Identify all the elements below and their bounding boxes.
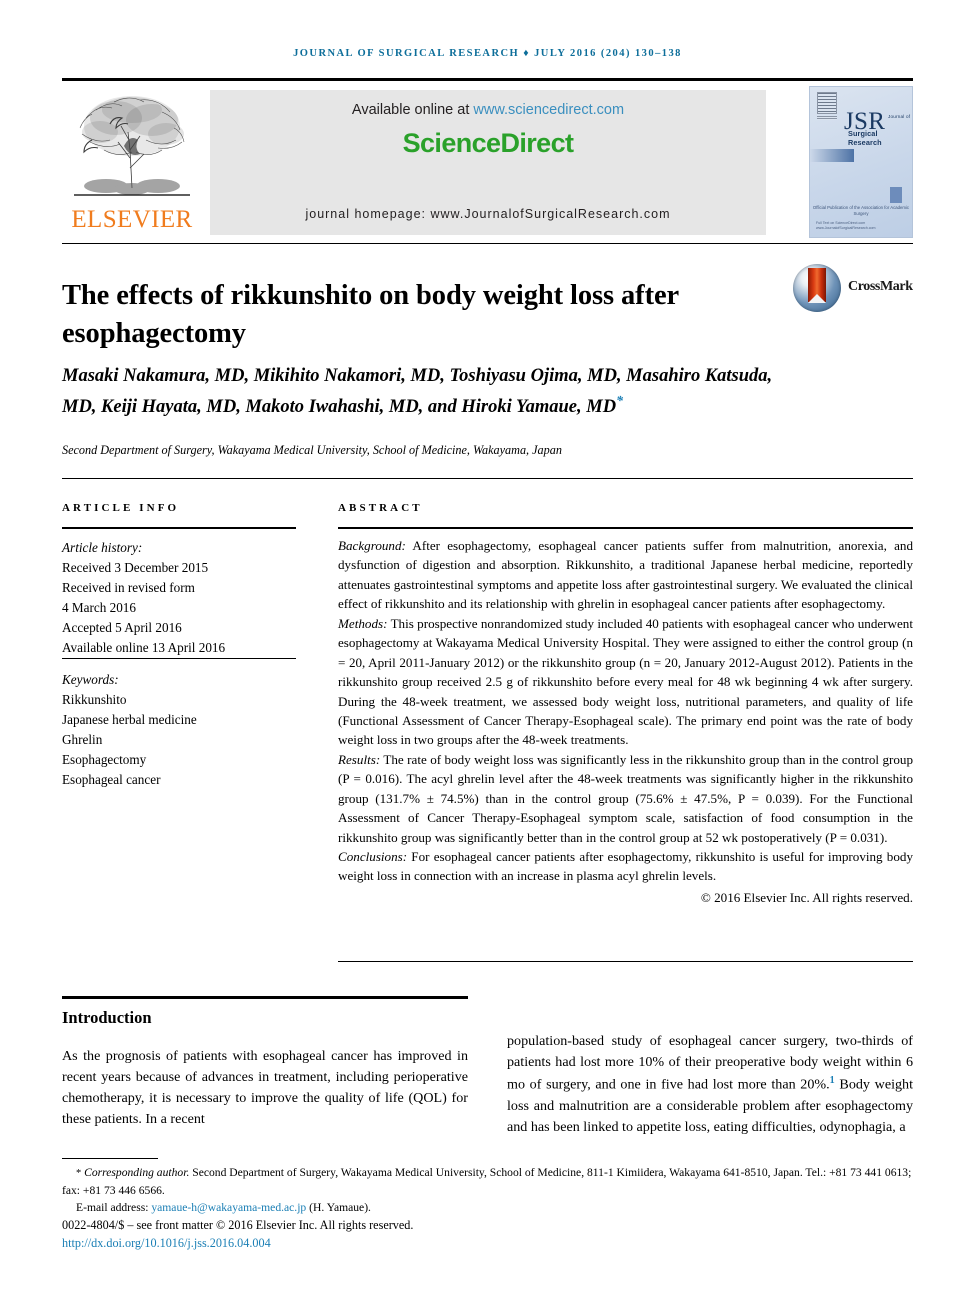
cover-accent-bar-left [810, 149, 854, 162]
author-names: Masaki Nakamura, MD, Mikihito Nakamori, … [62, 366, 773, 418]
abstract-text-background: After esophagectomy, esophageal cancer p… [338, 538, 913, 612]
footnote-block: * Corresponding author. Second Departmen… [62, 1164, 913, 1252]
article-info-rule [62, 527, 296, 530]
crossmark-circle-icon [793, 264, 841, 312]
corresponding-author-note: * Corresponding author. Second Departmen… [62, 1164, 913, 1199]
affiliation: Second Department of Surgery, Wakayama M… [62, 443, 562, 457]
cover-subtitle-name: Surgical Research [848, 129, 882, 147]
keyword-item: Ghrelin [62, 732, 103, 748]
body-column-left: Introduction As the prognosis of patient… [62, 1008, 468, 1131]
crossmark-notch-icon [808, 294, 826, 303]
keyword-item: Esophageal cancer [62, 772, 161, 788]
abstract-label-background: Background: [338, 538, 406, 553]
abstract-text-conclusions: For esophageal cancer patients after eso… [338, 849, 913, 884]
email-label: E-mail address: [76, 1200, 152, 1214]
abstract-copyright: © 2016 Elsevier Inc. All rights reserved… [700, 889, 913, 905]
abstract-paragraph-methods: Methods: This prospective nonrandomized … [338, 614, 913, 750]
article-history-item: 4 March 2016 [62, 600, 136, 616]
available-online-prefix: Available online at [351, 102, 474, 118]
running-head: JOURNAL OF SURGICAL RESEARCH ♦ JULY 2016… [293, 48, 682, 59]
abstract-rule [338, 527, 913, 530]
crossmark-badge[interactable]: CrossMark [793, 264, 913, 314]
sciencedirect-link[interactable]: www.sciencedirect.com [473, 102, 624, 118]
sciencedirect-banner: Available online at www.sciencedirect.co… [210, 90, 766, 235]
article-history-block: Article history: Received 3 December 201… [62, 538, 312, 658]
cover-accent-bar-right [890, 187, 902, 203]
introduction-rule [62, 996, 468, 999]
keywords-block: Keywords: Rikkunshito Japanese herbal me… [62, 670, 312, 790]
cover-publisher-mark-base [817, 116, 837, 120]
introduction-paragraph-left: As the prognosis of patients with esopha… [62, 1048, 468, 1128]
abstract-text-results: The rate of body weight loss was signifi… [338, 751, 913, 845]
elsevier-tree-icon [74, 96, 190, 196]
article-history-item: Received in revised form [62, 580, 195, 596]
abstract-label-conclusions: Conclusions: [338, 849, 408, 864]
elsevier-wordmark: ELSEVIER [71, 206, 193, 233]
corresponding-author-address: Second Department of Surgery, Wakayama M… [62, 1166, 912, 1197]
doi-link[interactable]: http://dx.doi.org/10.1016/j.jss.2016.04.… [62, 1234, 913, 1252]
masthead: ELSEVIER Available online at www.science… [62, 86, 913, 238]
article-history-item: Available online 13 April 2016 [62, 640, 226, 656]
introduction-paragraph-right: population-based study of esophageal can… [507, 1031, 913, 1138]
article-history-item: Received 3 December 2015 [62, 560, 209, 576]
cover-publisher-mark-icon [817, 92, 837, 114]
abstract-label-results: Results: [338, 751, 381, 767]
email-note: E-mail address: yamaue-h@wakayama-med.ac… [62, 1199, 913, 1216]
keyword-item: Esophagectomy [62, 752, 147, 768]
abstract-body: Background: After esophagectomy, esophag… [338, 536, 913, 907]
available-online-line: Available online at www.sciencedirect.co… [210, 102, 766, 118]
abstract-bottom-rule [338, 961, 913, 963]
article-history-label: Article history: [62, 540, 143, 555]
author-list: Masaki Nakamura, MD, Mikihito Nakamori, … [62, 362, 782, 423]
page-title: The effects of rikkunshito on body weigh… [62, 280, 679, 349]
cover-footer-line: Full Text on ScienceDirect.com www.Journ… [816, 220, 876, 231]
abstract-paragraph-background: Background: After esophagectomy, esophag… [338, 536, 913, 614]
abstract-label-methods: Methods: [338, 615, 388, 631]
authors-rule [62, 478, 913, 480]
keyword-item: Japanese herbal medicine [62, 712, 197, 728]
corresponding-author-label: Corresponding author. [84, 1166, 190, 1179]
footnote-rule [62, 1158, 158, 1160]
corresponding-author-marker[interactable]: * [616, 394, 623, 409]
abstract-heading: ABSTRACT [338, 502, 423, 514]
elsevier-logo: ELSEVIER [62, 86, 202, 238]
article-first-page: JOURNAL OF SURGICAL RESEARCH ♦ JULY 2016… [0, 0, 975, 1305]
issn-copyright-line: 0022-4804/$ – see front matter © 2016 El… [62, 1218, 414, 1233]
header-rule [62, 78, 913, 81]
journal-cover-thumbnail: JSR Journal of Surgical Research Officia… [809, 86, 913, 238]
sciencedirect-logo: ScienceDirect [402, 128, 574, 158]
footnote-star-marker: * [76, 1168, 82, 1179]
article-info-heading: ARTICLE INFO [62, 502, 180, 514]
abstract-paragraph-results: Results: The rate of body weight loss wa… [338, 750, 913, 847]
keywords-label: Keywords: [62, 672, 119, 687]
cover-official-line: Official Publication of the Association … [812, 205, 910, 217]
introduction-heading: Introduction [62, 1008, 152, 1027]
abstract-text-methods: This prospective nonrandomized study inc… [338, 615, 913, 748]
body-column-right: population-based study of esophageal can… [507, 1008, 913, 1138]
keyword-item: Rikkunshito [62, 692, 127, 708]
abstract-paragraph-conclusions: Conclusions: For esophageal cancer patie… [338, 847, 913, 886]
article-history-item: Accepted 5 April 2016 [62, 620, 182, 636]
journal-homepage-line[interactable]: journal homepage: www.JournalofSurgicalR… [210, 207, 766, 221]
email-suffix: (H. Yamaue). [306, 1200, 371, 1214]
email-link[interactable]: yamaue-h@wakayama-med.ac.jp [151, 1201, 306, 1214]
keywords-rule [62, 658, 296, 660]
crossmark-label: CrossMark [848, 279, 913, 294]
masthead-rule [62, 243, 913, 245]
cover-subtitle-journal-of: Journal of [888, 114, 911, 119]
